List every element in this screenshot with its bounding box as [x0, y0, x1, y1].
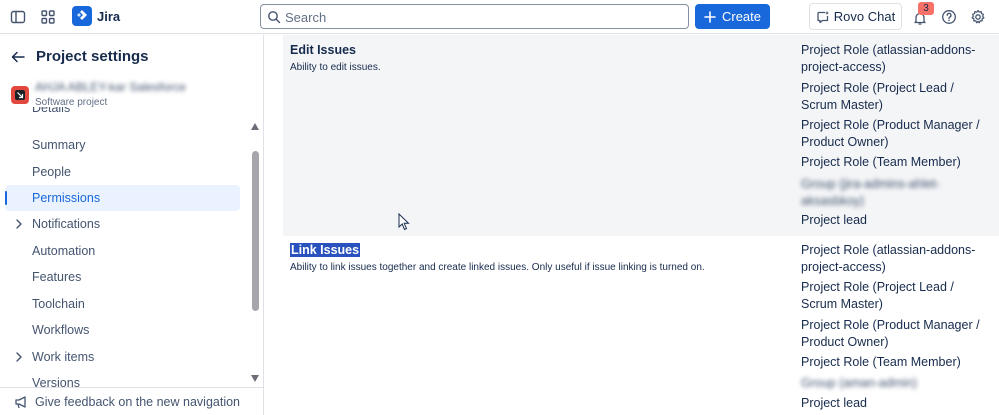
grantee-item: Group (jira-admins-ahlet-aksasbkoy)	[801, 177, 940, 208]
sidebar-item-label: Details	[32, 107, 71, 115]
sidebar-item-automation[interactable]: Automation	[5, 238, 240, 264]
project-avatar	[11, 86, 29, 104]
sidebar-item-people[interactable]: People	[5, 159, 240, 185]
permission-row-link-issues: Link Issues Ability to link issues toget…	[283, 236, 999, 415]
feedback-link[interactable]: Give feedback on the new navigation	[0, 387, 263, 415]
gutter	[265, 35, 283, 415]
sidebar-item-label: Workflows	[32, 323, 90, 337]
active-indicator	[5, 191, 7, 205]
mouse-cursor-icon	[398, 213, 410, 231]
grantee-item: Project Role (Project Lead / Scrum Maste…	[801, 280, 954, 311]
grantee-item: Project Role (atlassian-addons-project-a…	[801, 243, 976, 274]
project-settings-sidebar: Project settings AHJA ABLEY-kar Salesfor…	[0, 35, 264, 415]
grantee-item: Project Role (Project Lead / Scrum Maste…	[801, 81, 954, 112]
app-name[interactable]: Jira	[97, 9, 120, 24]
search-input[interactable]	[285, 8, 680, 26]
rovo-chat-button[interactable]: Rovo Chat	[809, 3, 902, 30]
grantee-item: Project Role (Product Manager / Product …	[801, 118, 980, 149]
sidebar-item-features[interactable]: Features	[5, 264, 240, 290]
sidebar-item-label: People	[32, 165, 71, 179]
sidebar-item-toolchain[interactable]: Toolchain	[5, 291, 240, 317]
permission-row-edit-issues: Edit Issues Ability to edit issues. Proj…	[283, 35, 999, 236]
notification-badge: 3	[918, 2, 934, 15]
back-arrow-icon[interactable]	[10, 49, 26, 65]
search-box[interactable]	[260, 4, 689, 29]
sidebar-title: Project settings	[36, 48, 149, 65]
search-icon	[268, 11, 281, 24]
chevron-right-icon[interactable]	[14, 218, 24, 230]
sidebar-item-work-items[interactable]: Work items	[5, 344, 240, 370]
sidebar-item-summary[interactable]: Summary	[5, 132, 240, 158]
sidebar-item-label: Features	[32, 270, 82, 284]
help-icon[interactable]	[939, 7, 959, 27]
sidebar-item-notifications[interactable]: Notifications	[5, 211, 240, 237]
project-name: AHJA ABLEY-kar Salesforce	[35, 80, 186, 94]
top-navigation-bar: Jira Create Rovo Chat 3	[0, 0, 999, 34]
create-label: Create	[721, 9, 762, 24]
scroll-down-arrow[interactable]	[251, 375, 259, 382]
permissions-table: Edit Issues Ability to edit issues. Proj…	[265, 35, 999, 415]
grantee-item: Project Role (Team Member)	[801, 355, 961, 369]
grantee-item: Project Role (atlassian-addons-project-a…	[801, 43, 976, 74]
rovo-chat-label: Rovo Chat	[833, 9, 896, 24]
jira-logo-icon[interactable]	[72, 6, 92, 26]
sidebar-toggle-icon[interactable]	[8, 7, 28, 27]
permission-name: Link Issues	[290, 243, 361, 257]
permission-name: Edit Issues	[290, 43, 356, 57]
grantee-item: Project Role (Product Manager / Product …	[801, 318, 980, 349]
permission-description: Ability to edit issues.	[290, 62, 381, 73]
sidebar-item-label: Notifications	[32, 217, 101, 231]
sidebar-item-workflows[interactable]: Workflows	[5, 317, 240, 343]
sidebar-item-permissions[interactable]: Permissions	[5, 185, 240, 211]
sidebar-scrollbar-thumb[interactable]	[252, 151, 259, 311]
sidebar-item-label: Automation	[32, 244, 96, 258]
plus-icon	[704, 10, 716, 23]
grantee-item: Project Role (Team Member)	[801, 155, 961, 169]
permission-description: Ability to link issues together and crea…	[290, 262, 705, 273]
feedback-label: Give feedback on the new navigation	[35, 394, 240, 409]
grantee-item: Project lead	[801, 396, 868, 410]
scroll-up-arrow[interactable]	[251, 123, 259, 130]
sidebar-item-label: Work items	[32, 350, 95, 364]
grantee-item: Group (aman-admin)	[801, 376, 918, 390]
sidebar-item-label: Toolchain	[32, 297, 85, 311]
megaphone-icon	[15, 395, 26, 408]
sidebar-item-label: Permissions	[32, 191, 101, 205]
grantee-item: Project lead	[801, 213, 868, 227]
back-row: Project settings	[10, 48, 149, 65]
app-switcher-icon[interactable]	[38, 7, 58, 27]
chevron-right-icon[interactable]	[14, 351, 24, 363]
sidebar-item-label: Summary	[32, 138, 86, 152]
gear-icon[interactable]	[968, 7, 988, 27]
rovo-icon	[817, 10, 829, 23]
sidebar-nav-list: Details Summary People Permissions Notif…	[0, 107, 246, 397]
create-button[interactable]: Create	[695, 4, 770, 29]
sidebar-item-details[interactable]: Details	[5, 107, 240, 121]
